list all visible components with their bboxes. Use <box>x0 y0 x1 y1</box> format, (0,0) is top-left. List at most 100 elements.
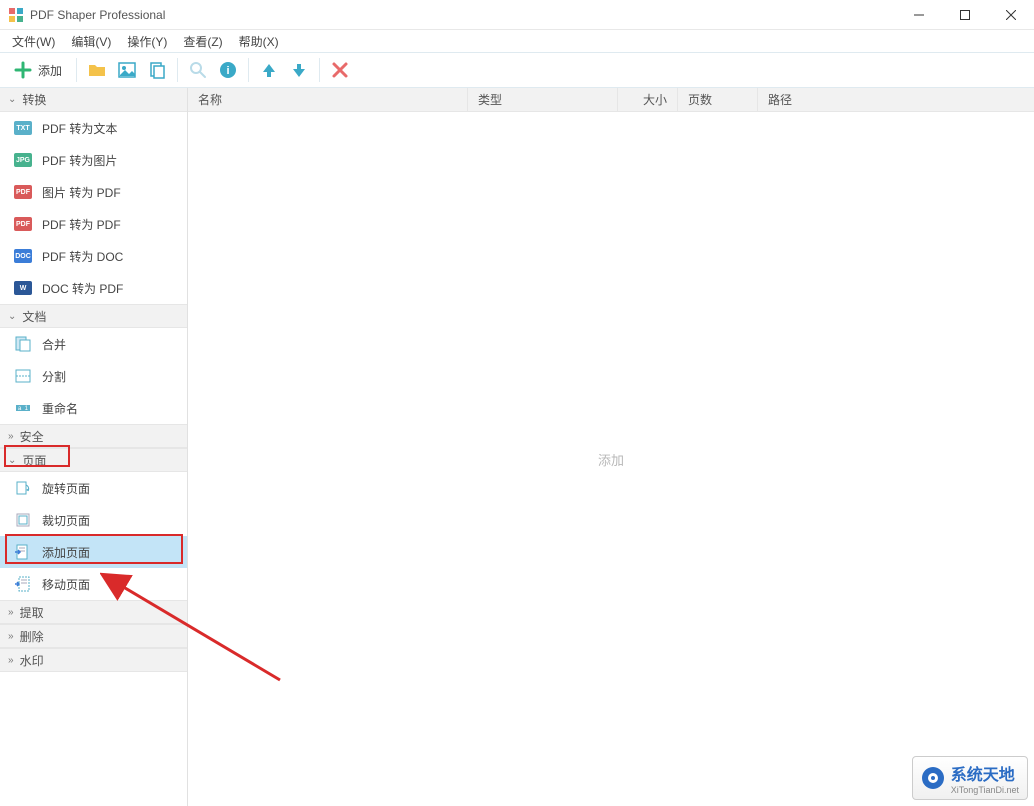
column-size[interactable]: 大小 <box>618 88 678 111</box>
sidebar-item-label: DOC 转为 PDF <box>42 280 123 297</box>
rotate-icon <box>14 479 32 497</box>
sidebar-item-label: PDF 转为 PDF <box>42 216 121 233</box>
chevron-right-icon: » <box>8 631 14 642</box>
arrow-up-button[interactable] <box>255 56 283 84</box>
sidebar-item-label: 添加页面 <box>42 544 90 561</box>
crop-icon <box>14 511 32 529</box>
add-button[interactable]: 添加 <box>6 56 70 84</box>
sidebar-item-crop-pages[interactable]: 裁切页面 <box>0 504 187 536</box>
logo-icon <box>921 766 945 790</box>
toolbar-separator <box>319 58 320 82</box>
window-controls <box>896 0 1034 30</box>
search-button[interactable] <box>184 56 212 84</box>
section-pages[interactable]: ⌄ 页面 <box>0 448 187 472</box>
sidebar-item-label: 图片 转为 PDF <box>42 184 121 201</box>
menu-view[interactable]: 查看(Z) <box>175 31 230 52</box>
pdf-icon: PDF <box>14 183 32 201</box>
menu-file[interactable]: 文件(W) <box>4 31 63 52</box>
close-button[interactable] <box>988 0 1034 30</box>
delete-button[interactable] <box>326 56 354 84</box>
info-button[interactable]: i <box>214 56 242 84</box>
word-icon: W <box>14 279 32 297</box>
section-label: 水印 <box>20 652 44 669</box>
chevron-right-icon: » <box>8 607 14 618</box>
drop-area-text: 添加 <box>598 450 624 469</box>
sidebar-item-label: 裁切页面 <box>42 512 90 529</box>
sidebar-item-split[interactable]: 分割 <box>0 360 187 392</box>
section-label: 页面 <box>22 452 46 469</box>
sidebar-item-label: 合并 <box>42 336 66 353</box>
chevron-down-icon: ⌄ <box>8 94 16 105</box>
section-document[interactable]: ⌄ 文档 <box>0 304 187 328</box>
sidebar-item-pdf-to-doc[interactable]: DOC PDF 转为 DOC <box>0 240 187 272</box>
chevron-down-icon: ⌄ <box>8 455 16 466</box>
column-type[interactable]: 类型 <box>468 88 618 111</box>
section-label: 删除 <box>20 628 44 645</box>
section-security[interactable]: » 安全 <box>0 424 187 448</box>
sidebar-item-doc-to-pdf[interactable]: W DOC 转为 PDF <box>0 272 187 304</box>
section-watermark[interactable]: » 水印 <box>0 648 187 672</box>
jpg-icon: JPG <box>14 151 32 169</box>
drop-area[interactable]: 添加 <box>188 112 1034 806</box>
folder-button[interactable] <box>83 56 111 84</box>
watermark-text: 系统天地 <box>951 761 1019 785</box>
toolbar-separator <box>76 58 77 82</box>
menu-edit[interactable]: 编辑(V) <box>63 31 119 52</box>
section-extract[interactable]: » 提取 <box>0 600 187 624</box>
sidebar-item-pdf-to-image[interactable]: JPG PDF 转为图片 <box>0 144 187 176</box>
section-convert[interactable]: ⌄ 转换 <box>0 88 187 112</box>
watermark-url: XiTongTianDi.net <box>951 785 1019 795</box>
maximize-button[interactable] <box>942 0 988 30</box>
image-button[interactable] <box>113 56 141 84</box>
menu-help[interactable]: 帮助(X) <box>231 31 287 52</box>
column-path[interactable]: 路径 <box>758 88 1034 111</box>
chevron-right-icon: » <box>8 431 14 442</box>
merge-icon <box>14 335 32 353</box>
menubar: 文件(W) 编辑(V) 操作(Y) 查看(Z) 帮助(X) <box>0 30 1034 52</box>
column-headers: 名称 类型 大小 页数 路径 <box>188 88 1034 112</box>
chevron-right-icon: » <box>8 655 14 666</box>
pdf-icon: PDF <box>14 215 32 233</box>
section-label: 安全 <box>20 428 44 445</box>
sidebar-item-pdf-to-text[interactable]: TXT PDF 转为文本 <box>0 112 187 144</box>
sidebar-item-add-pages[interactable]: 添加页面 <box>0 536 187 568</box>
titlebar: PDF Shaper Professional <box>0 0 1034 30</box>
sidebar-item-move-pages[interactable]: 移动页面 <box>0 568 187 600</box>
minimize-button[interactable] <box>896 0 942 30</box>
sidebar-item-label: 重命名 <box>42 400 78 417</box>
section-label: 文档 <box>22 308 46 325</box>
sidebar-item-label: 分割 <box>42 368 66 385</box>
toolbar-separator <box>248 58 249 82</box>
sidebar-item-rename[interactable]: a_1 重命名 <box>0 392 187 424</box>
sidebar-item-label: PDF 转为图片 <box>42 152 117 169</box>
sidebar-item-label: 旋转页面 <box>42 480 90 497</box>
add-page-icon <box>14 543 32 561</box>
menu-action[interactable]: 操作(Y) <box>119 31 175 52</box>
svg-text:a_1: a_1 <box>18 406 29 412</box>
svg-text:i: i <box>226 65 229 77</box>
column-name[interactable]: 名称 <box>188 88 468 111</box>
split-icon <box>14 367 32 385</box>
column-pages[interactable]: 页数 <box>678 88 758 111</box>
move-page-icon <box>14 575 32 593</box>
content: ⌄ 转换 TXT PDF 转为文本 JPG PDF 转为图片 PDF 图片 转为… <box>0 88 1034 806</box>
arrow-down-button[interactable] <box>285 56 313 84</box>
toolbar-separator <box>177 58 178 82</box>
sidebar-item-label: 移动页面 <box>42 576 90 593</box>
sidebar: ⌄ 转换 TXT PDF 转为文本 JPG PDF 转为图片 PDF 图片 转为… <box>0 88 188 806</box>
clipboard-button[interactable] <box>143 56 171 84</box>
section-delete[interactable]: » 删除 <box>0 624 187 648</box>
rename-icon: a_1 <box>14 399 32 417</box>
window-title: PDF Shaper Professional <box>30 8 896 22</box>
sidebar-item-merge[interactable]: 合并 <box>0 328 187 360</box>
sidebar-item-image-to-pdf[interactable]: PDF 图片 转为 PDF <box>0 176 187 208</box>
sidebar-item-pdf-to-pdf[interactable]: PDF PDF 转为 PDF <box>0 208 187 240</box>
chevron-down-icon: ⌄ <box>8 311 16 322</box>
section-label: 提取 <box>20 604 44 621</box>
sidebar-item-rotate-pages[interactable]: 旋转页面 <box>0 472 187 504</box>
doc-icon: DOC <box>14 247 32 265</box>
toolbar: 添加 i <box>0 52 1034 88</box>
app-icon <box>8 7 24 23</box>
section-label: 转换 <box>22 91 46 108</box>
add-button-label: 添加 <box>38 62 62 79</box>
